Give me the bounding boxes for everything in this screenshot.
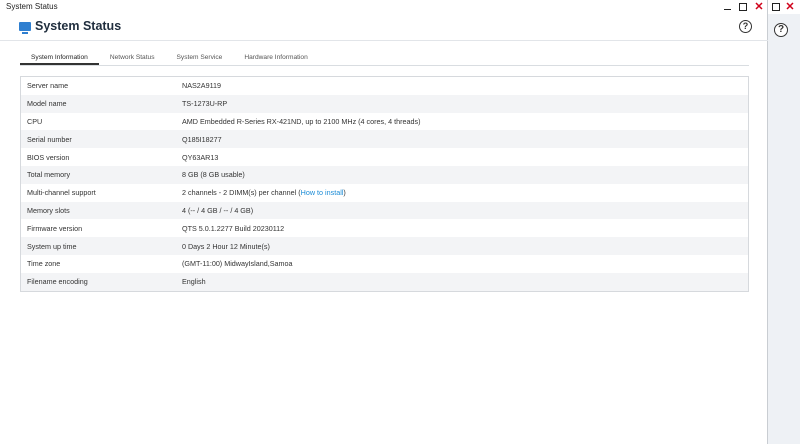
tab-system-information[interactable]: System Information [20, 50, 99, 65]
tab-system-service[interactable]: System Service [166, 50, 234, 65]
row-value: AMD Embedded R-Series RX-421ND, up to 21… [182, 116, 421, 126]
row-label: BIOS version [27, 152, 70, 162]
tab-bar-divider [20, 65, 749, 66]
background-close-icon[interactable]: ✕ [785, 2, 795, 13]
tab-network-status[interactable]: Network Status [99, 50, 166, 65]
row-label: Serial number [27, 134, 72, 144]
row-value-suffix: ) [343, 188, 346, 198]
window-titlebar: System Status ✕ [0, 0, 768, 13]
table-row: Model name TS-1273U-RP [21, 94, 748, 113]
row-label: Filename encoding [27, 277, 88, 287]
row-value: 8 GB (8 GB usable) [182, 170, 245, 180]
row-value: English [182, 277, 206, 287]
table-row: Time zone (GMT-11:00) MidwayIsland,Samoa [21, 255, 748, 273]
row-value: 0 Days 2 Hour 12 Minute(s) [182, 241, 270, 251]
table-row: CPU AMD Embedded R-Series RX-421ND, up t… [21, 113, 748, 131]
table-row: BIOS version QY63AR13 [21, 148, 748, 166]
row-value: 2 channels - 2 DIMM(s) per channel (How … [176, 188, 748, 197]
tab-hardware-information[interactable]: Hardware Information [233, 50, 318, 65]
row-value: Q185I18277 [182, 134, 222, 144]
row-value: TS-1273U-RP [182, 99, 228, 109]
row-label: Server name [27, 81, 69, 91]
table-row: Server name NAS2A9119 [21, 77, 748, 95]
close-icon[interactable]: ✕ [754, 1, 764, 12]
row-label: Model name [27, 99, 67, 109]
row-label: Firmware version [27, 223, 83, 233]
background-window-titlebar: ✕ [768, 0, 800, 14]
table-row: System up time 0 Days 2 Hour 12 Minute(s… [21, 237, 748, 255]
page-title: System Status [35, 19, 122, 33]
table-row: Firmware version QTS 5.0.1.2277 Build 20… [21, 219, 748, 237]
window-title: System Status [6, 2, 58, 11]
table-row: Filename encoding English [21, 272, 748, 291]
how-to-install-link[interactable]: How to install [301, 188, 344, 197]
table-row: Serial number Q185I18277 [21, 130, 748, 149]
row-value: QY63AR13 [182, 152, 219, 162]
row-value: NAS2A9119 [182, 81, 222, 91]
monitor-icon [19, 22, 31, 34]
row-value: QTS 5.0.1.2277 Build 20230112 [182, 223, 285, 233]
app-header: System Status ? [0, 14, 768, 40]
background-help-icon[interactable]: ? [774, 23, 788, 37]
row-value: (GMT-11:00) MidwayIsland,Samoa [182, 259, 293, 269]
row-label: CPU [27, 116, 43, 126]
row-label: System up time [27, 241, 77, 251]
minimize-icon[interactable] [722, 2, 732, 12]
header-divider [0, 40, 768, 41]
background-window: ✕ ? [768, 0, 800, 444]
row-label: Multi-channel support [27, 188, 96, 198]
row-value: 4 (-- / 4 GB / -- / 4 GB) [182, 205, 254, 215]
row-label: Time zone [27, 259, 61, 269]
table-row: Multi-channel support 2 channels - 2 DIM… [21, 184, 748, 202]
background-maximize-icon[interactable] [771, 2, 781, 12]
table-row: Total memory 8 GB (8 GB usable) [21, 165, 748, 184]
tab-bar: System Information Network Status System… [20, 50, 319, 66]
table-row: Memory slots 4 (-- / 4 GB / -- / 4 GB) [21, 201, 748, 220]
window-controls: ✕ [722, 0, 764, 13]
row-value-text: 2 channels - 2 DIMM(s) per channel ( [182, 188, 301, 198]
system-info-table: Server name NAS2A9119 Model name TS-1273… [20, 76, 749, 292]
row-label: Total memory [27, 170, 71, 180]
help-icon[interactable]: ? [739, 20, 752, 33]
row-label: Memory slots [27, 205, 70, 215]
system-status-window: System Status ✕ System Status ? System I… [0, 0, 768, 444]
maximize-icon[interactable] [738, 2, 748, 12]
